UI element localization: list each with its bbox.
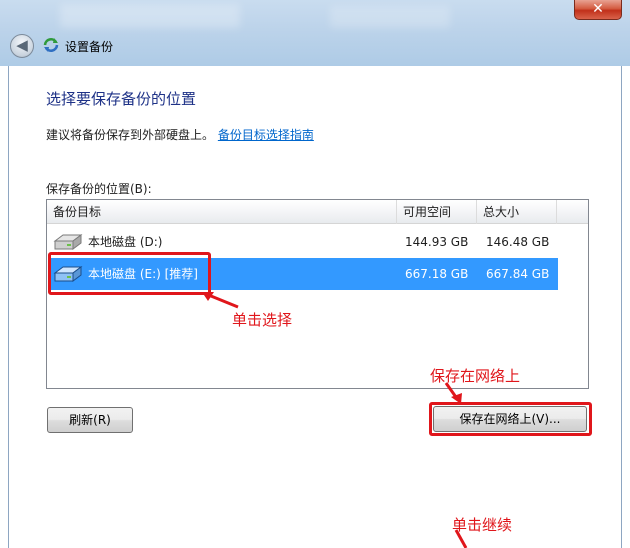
annotation-click-select: 单击选择 — [232, 311, 293, 329]
annotation-arrows — [202, 292, 468, 548]
annotation-save-network: 保存在网络上 — [430, 367, 521, 385]
annotation-click-continue: 单击继续 — [452, 516, 513, 534]
